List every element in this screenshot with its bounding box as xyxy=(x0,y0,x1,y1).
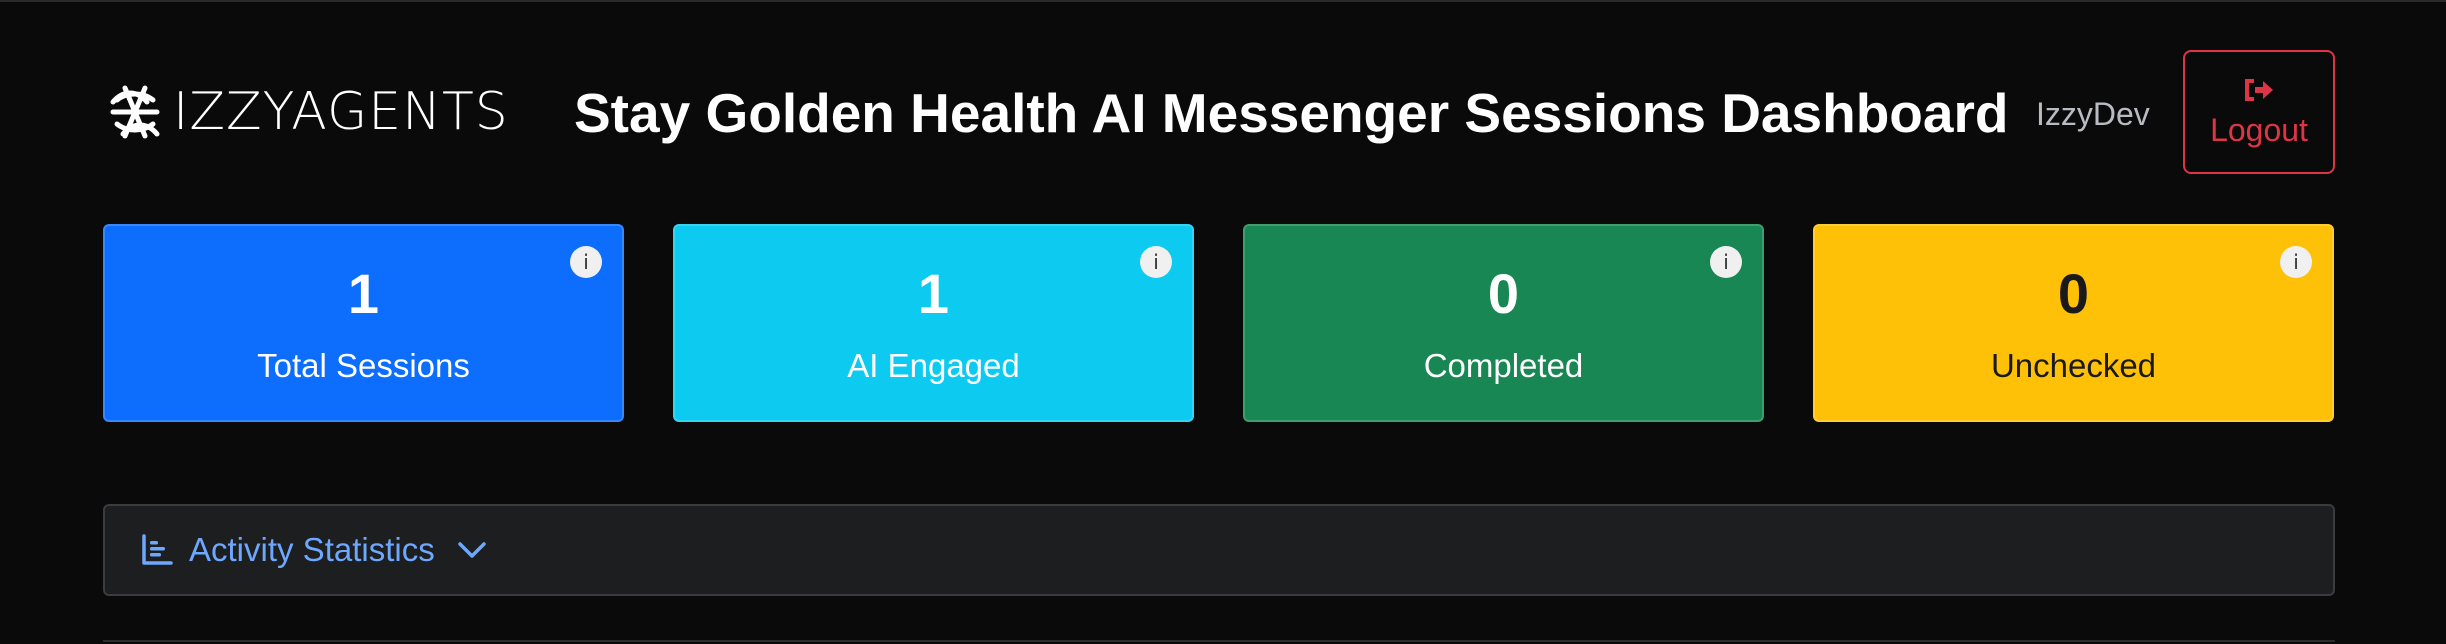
stat-card-ai-engaged: i 1 AI Engaged xyxy=(673,224,1194,422)
brand-logo[interactable]: IZZYAGENTS xyxy=(103,80,509,144)
brand-name: IZZYAGENTS xyxy=(173,82,509,142)
stat-value: 1 xyxy=(347,262,380,325)
stat-label: Completed xyxy=(1423,347,1584,384)
sign-out-icon xyxy=(2245,79,2273,101)
stat-label: AI Engaged xyxy=(847,347,1020,384)
stat-card-completed: i 0 Completed xyxy=(1243,224,1764,422)
stat-card-total-sessions: i 1 Total Sessions xyxy=(103,224,624,422)
stat-value: 0 xyxy=(2057,262,2090,325)
activity-statistics-label: Activity Statistics xyxy=(189,531,435,568)
stat-value: 0 xyxy=(1487,262,1520,325)
bar-chart-icon xyxy=(142,534,173,565)
izzy-logo-icon xyxy=(110,85,160,139)
logout-button[interactable]: Logout xyxy=(2183,50,2335,174)
activity-statistics-toggle[interactable]: Activity Statistics xyxy=(103,504,2335,596)
chevron-down-icon xyxy=(457,542,486,558)
header: IZZYAGENTS Stay Golden Health AI Messeng… xyxy=(103,50,2335,178)
stat-label: Unchecked xyxy=(1990,347,2157,384)
stats-row: i 1 Total Sessions i 1 AI Engaged i 0 Co… xyxy=(103,224,2335,422)
next-section-edge xyxy=(103,640,2335,644)
stat-value: 1 xyxy=(917,262,950,325)
current-username: IzzyDev xyxy=(2036,96,2150,132)
stat-card-unchecked: i 0 Unchecked xyxy=(1813,224,2334,422)
dashboard-page: IZZYAGENTS Stay Golden Health AI Messeng… xyxy=(0,0,2446,644)
logout-label: Logout xyxy=(2210,112,2308,148)
stat-label: Total Sessions xyxy=(257,347,470,384)
page-title: Stay Golden Health AI Messenger Sessions… xyxy=(574,82,2009,144)
